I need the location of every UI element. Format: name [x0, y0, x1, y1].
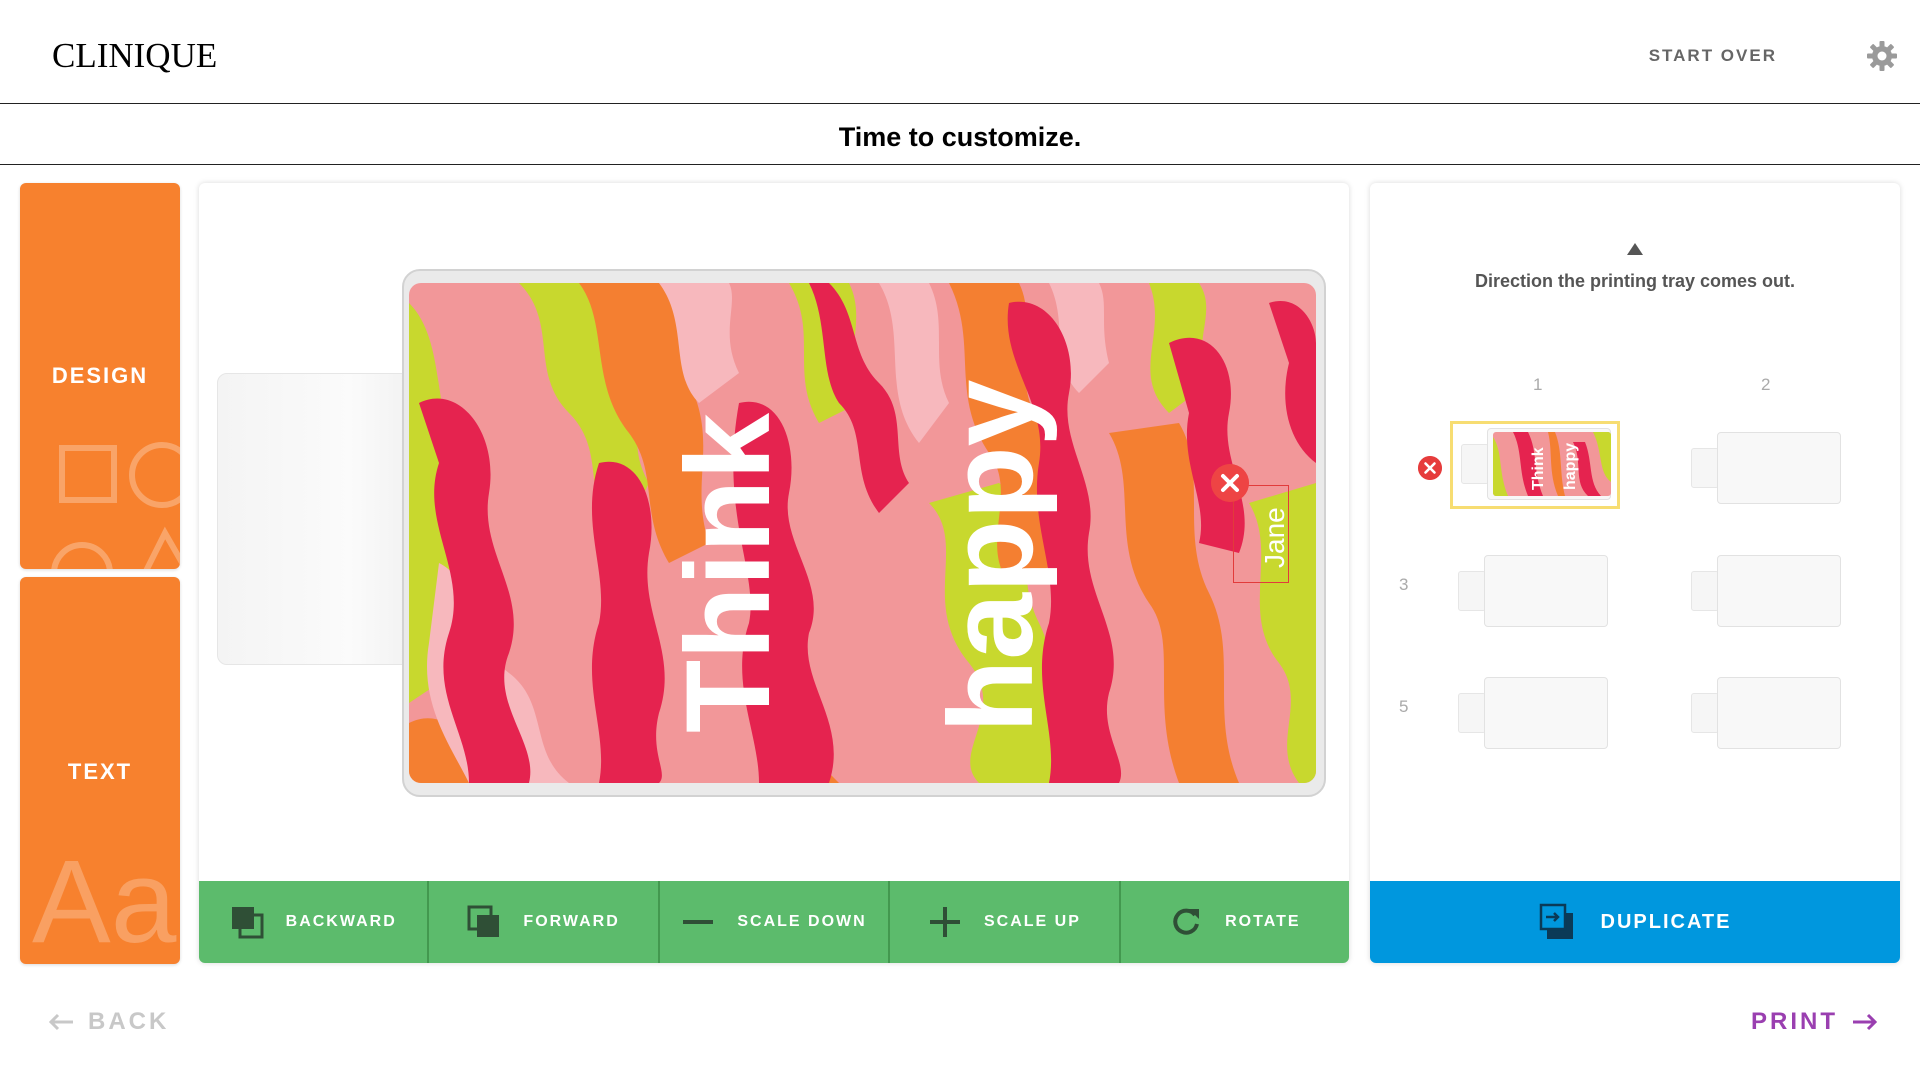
bring-forward-icon — [467, 905, 500, 937]
slot-number-5: 5 — [1399, 697, 1409, 716]
scale-down-label: SCALE DOWN — [737, 913, 867, 930]
slot-design-thumbnail: Think happy — [1493, 432, 1611, 496]
design-text-happy[interactable]: happy — [924, 379, 1058, 733]
clinique-logo: CLINIQUE — [52, 36, 218, 75]
slot-number-1: 1 — [1533, 375, 1543, 394]
slot-cap — [1691, 448, 1719, 488]
backward-label: BACKWARD — [285, 913, 397, 930]
forward-button[interactable]: FORWARD — [427, 881, 657, 963]
shapes-icon — [51, 442, 180, 569]
remove-design-icon[interactable] — [1418, 456, 1442, 480]
edit-toolbar: BACKWARD FORWARD SCALE DOWN SCALE UP ROT… — [199, 881, 1349, 963]
scale-up-label: SCALE UP — [983, 913, 1081, 930]
slot-body — [1717, 432, 1841, 504]
forward-label: FORWARD — [523, 913, 620, 930]
slot-cap — [1458, 693, 1486, 733]
tab-design[interactable]: DESIGN — [20, 183, 180, 569]
tray-slot-1[interactable]: Think happy — [1450, 421, 1620, 509]
tab-text-label: TEXT — [67, 759, 133, 784]
rotate-button[interactable]: ROTATE — [1118, 881, 1349, 963]
design-artwork[interactable]: Think happy Jane — [409, 283, 1316, 783]
slot-body — [1484, 677, 1608, 749]
minus-icon — [683, 920, 714, 924]
arrow-right-icon — [1853, 1013, 1878, 1031]
slot-number-3: 3 — [1399, 575, 1409, 594]
tray-slot-2[interactable] — [1691, 432, 1841, 504]
print-label: PRINT — [1751, 1008, 1838, 1035]
app-header: CLINIQUE START OVER — [0, 0, 1920, 104]
tray-slot-4[interactable] — [1691, 555, 1841, 627]
tray-direction-caption: Direction the printing tray comes out. — [1474, 271, 1796, 291]
design-canvas-panel: Think happy Jane BACKWARD FORWARD SCALE … — [199, 183, 1349, 963]
arrow-up-icon — [1627, 243, 1643, 255]
scale-up-button[interactable]: SCALE UP — [888, 881, 1118, 963]
backward-button[interactable]: BACKWARD — [199, 881, 427, 963]
slot-body — [1717, 677, 1841, 749]
aa-text-icon: Aa — [32, 836, 177, 964]
tab-design-label: DESIGN — [51, 363, 149, 388]
slot-cap — [1691, 571, 1719, 611]
scale-down-button[interactable]: SCALE DOWN — [657, 881, 888, 963]
page-title-bar: Time to customize. — [0, 104, 1920, 165]
thumb-text-happy: happy — [1562, 443, 1579, 490]
duplicate-button[interactable]: DUPLICATE — [1370, 881, 1900, 963]
rotate-label: ROTATE — [1225, 913, 1301, 930]
send-backward-icon — [231, 907, 264, 939]
slot-number-2: 2 — [1761, 375, 1771, 394]
print-tray-panel: Direction the printing tray comes out. 1… — [1370, 183, 1900, 963]
design-text-think[interactable]: Think — [661, 413, 795, 733]
back-label: BACK — [88, 1008, 170, 1035]
close-icon[interactable] — [1211, 464, 1249, 502]
duplicate-icon — [1539, 903, 1573, 939]
print-button[interactable]: PRINT — [1751, 1008, 1878, 1036]
slot-body — [1717, 555, 1841, 627]
slot-cap — [1691, 693, 1719, 733]
selected-text-box[interactable] — [1233, 485, 1289, 583]
duplicate-label: DUPLICATE — [1600, 910, 1732, 933]
start-over-button[interactable]: START OVER — [1649, 46, 1777, 66]
tray-slot-6[interactable] — [1691, 677, 1841, 749]
tray-slot-3[interactable] — [1458, 555, 1608, 627]
rotate-icon — [1173, 908, 1200, 935]
tab-text[interactable]: TEXT Aa — [20, 577, 180, 964]
tray-slot-5[interactable] — [1458, 677, 1608, 749]
slot-body — [1484, 555, 1608, 627]
page-title: Time to customize. — [838, 122, 1082, 152]
plus-icon — [929, 907, 960, 937]
back-button[interactable]: BACK — [48, 1008, 169, 1036]
slot-cap — [1458, 571, 1486, 611]
slot-cap — [1461, 444, 1489, 484]
gear-icon[interactable] — [1866, 40, 1898, 72]
arrow-left-icon — [48, 1013, 73, 1031]
thumb-text-think: Think — [1530, 447, 1547, 490]
